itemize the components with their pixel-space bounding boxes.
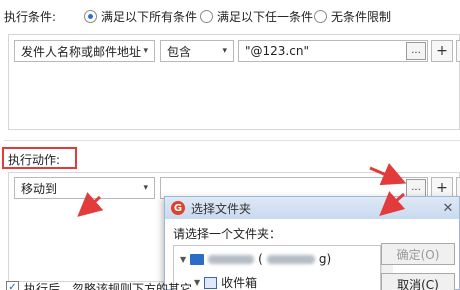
condition-field-select[interactable]: 发件人名称或邮件地址 ▾: [14, 40, 155, 62]
condition-add-button[interactable]: +: [431, 40, 453, 62]
action-type-value: 移动到: [21, 181, 58, 196]
condition-operator-select[interactable]: 包含 ▾: [160, 40, 234, 62]
actions-label: 执行动作:: [2, 147, 77, 169]
expand-triangle-icon[interactable]: ▼: [194, 278, 200, 287]
condition-more-button[interactable]: [456, 40, 460, 62]
folder-tree[interactable]: ▼ ( g) ▼ 收件箱: [173, 245, 381, 290]
app-logo-icon: G: [171, 201, 185, 215]
radio-no-condition[interactable]: 无条件限制: [314, 8, 391, 25]
redacted-account-name: [208, 254, 255, 264]
redacted-account-address: [266, 254, 315, 264]
tree-account-row[interactable]: ▼ ( g): [180, 252, 331, 266]
dialog-titlebar[interactable]: G 选择文件夹 ✕: [165, 197, 459, 219]
dialog-title: 选择文件夹: [191, 201, 252, 216]
ok-button[interactable]: 确定(O): [381, 243, 455, 265]
conditions-label: 执行条件:: [4, 10, 57, 24]
section-divider: [4, 140, 460, 141]
tree-inbox-row[interactable]: ▼ 收件箱: [194, 274, 257, 290]
radio-indicator[interactable]: [200, 10, 213, 23]
chevron-down-icon: ▾: [143, 183, 148, 193]
inbox-label: 收件箱: [221, 276, 258, 290]
condition-value-input[interactable]: "@123.cn": [238, 40, 428, 62]
after-execution-label: 执行后，忽略该规则下方的其它: [24, 282, 193, 290]
radio-indicator-selected[interactable]: [84, 10, 97, 23]
cancel-button[interactable]: 取消(C): [381, 273, 455, 290]
folder-dialog: G 选择文件夹 ✕ 请选择一个文件夹： ▼ ( g) ▼ 收件箱 确定(O) 取…: [164, 196, 460, 290]
radio-indicator[interactable]: [314, 10, 327, 23]
radio-any-condition[interactable]: 满足以下任一条件: [200, 8, 313, 25]
mail-account-icon: [190, 253, 205, 265]
inbox-icon: [204, 276, 218, 289]
condition-browse-button[interactable]: ...: [406, 42, 426, 60]
condition-field-value: 发件人名称或邮件地址: [21, 44, 142, 59]
radio-all-conditions[interactable]: 满足以下所有条件: [84, 8, 197, 25]
action-type-select[interactable]: 移动到 ▾: [14, 177, 155, 199]
condition-value-text: "@123.cn": [245, 44, 309, 58]
after-execution-checkbox[interactable]: ✓: [6, 281, 19, 290]
account-suffix-open: (: [258, 252, 263, 266]
close-icon[interactable]: ✕: [437, 201, 459, 216]
expand-triangle-icon[interactable]: ▼: [180, 255, 186, 264]
radio-all-conditions-label: 满足以下所有条件: [101, 10, 198, 24]
account-suffix-close: g): [318, 252, 332, 266]
chevron-down-icon: ▾: [143, 46, 148, 56]
radio-no-condition-label: 无条件限制: [331, 10, 392, 24]
action-browse-button[interactable]: ...: [406, 179, 426, 197]
chevron-down-icon: ▾: [222, 46, 227, 56]
condition-operator-value: 包含: [167, 44, 192, 59]
actions-label-text: 执行动作:: [8, 153, 61, 167]
dialog-prompt: 请选择一个文件夹：: [173, 227, 282, 241]
radio-any-condition-label: 满足以下任一条件: [217, 10, 314, 24]
